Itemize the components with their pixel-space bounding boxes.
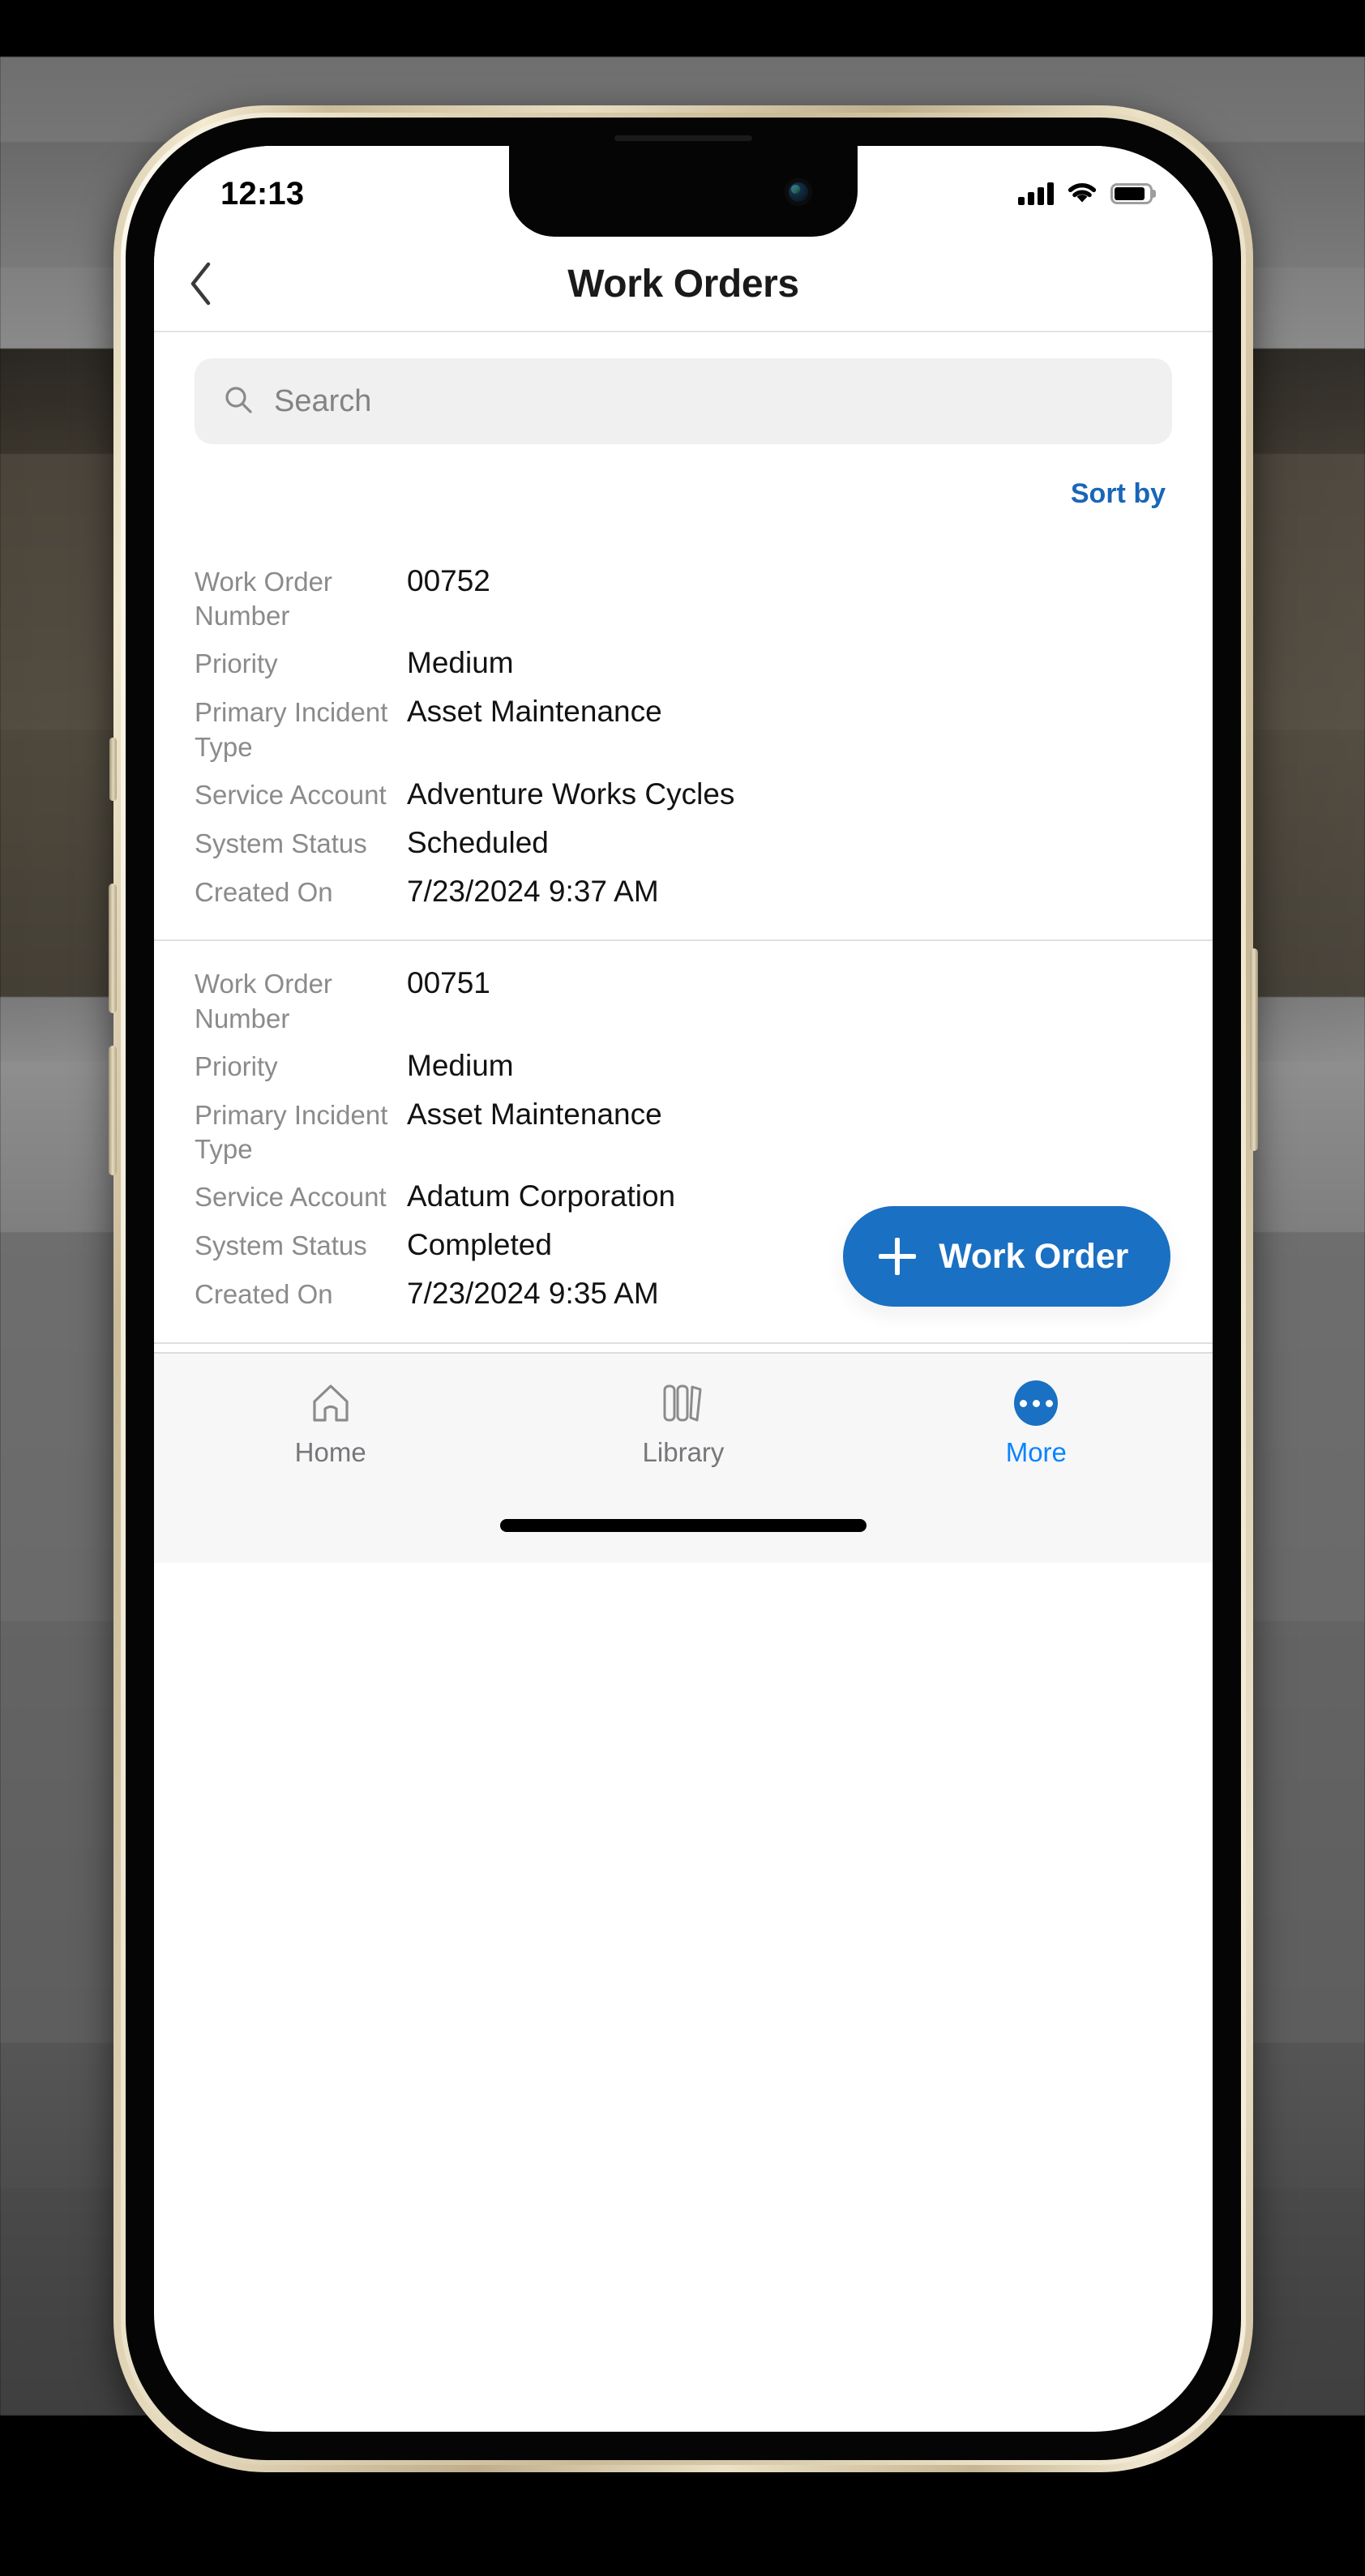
field-work-order-number: Work Order Number 00751 <box>195 959 1172 1041</box>
library-books-icon <box>658 1379 708 1427</box>
field-value: 7/23/2024 9:37 AM <box>407 874 659 908</box>
home-indicator-area <box>154 1493 1213 1563</box>
field-label: Work Order Number <box>195 969 332 1033</box>
new-work-order-label: Work Order <box>939 1236 1128 1276</box>
table-row[interactable]: Work Order Number 00750 Priority Emergen… <box>154 1344 1213 1352</box>
tab-label: Home <box>294 1437 366 1467</box>
table-row[interactable]: Work Order Number 00752 Priority Medium … <box>154 539 1213 942</box>
search-input[interactable]: Search <box>195 358 1172 444</box>
field-label: System Status <box>195 1230 367 1261</box>
field-system-status: System Status Scheduled <box>195 819 1172 867</box>
search-container: Search <box>154 332 1213 444</box>
field-value: Adventure Works Cycles <box>407 777 735 811</box>
display-notch <box>509 146 858 237</box>
volume-up-button[interactable] <box>109 884 117 1013</box>
field-primary-incident-type: Primary Incident Type Asset Maintenance <box>195 687 1172 769</box>
work-order-list-view: Search Sort by Work Order Number 00752 P… <box>154 332 1213 1352</box>
tab-label: More <box>1005 1437 1067 1467</box>
home-indicator[interactable] <box>500 1519 866 1532</box>
phone-bezel: 12:13 Work Orders Search Sort by Work Or… <box>126 118 1241 2460</box>
field-created-on: Created On 7/23/2024 9:37 AM <box>195 867 1172 916</box>
field-label: Priority <box>195 1051 278 1081</box>
field-primary-incident-type: Primary Incident Type Asset Maintenance <box>195 1090 1172 1172</box>
field-value: 00752 <box>407 564 490 597</box>
field-priority: Priority Medium <box>195 1042 1172 1090</box>
field-label: Primary Incident Type <box>195 697 388 762</box>
search-icon <box>222 383 255 420</box>
tab-more[interactable]: More <box>860 1379 1213 1468</box>
mute-switch[interactable] <box>109 738 117 801</box>
field-work-order-number: Work Order Number 00752 <box>195 557 1172 639</box>
field-value: Scheduled <box>407 825 549 859</box>
field-label: Primary Incident Type <box>195 1099 388 1165</box>
field-value: Asset Maintenance <box>407 1097 662 1131</box>
status-bar-icons <box>1018 180 1153 208</box>
field-label: Service Account <box>195 779 387 810</box>
plus-icon <box>879 1238 917 1275</box>
field-service-account: Service Account Adventure Works Cycles <box>195 770 1172 819</box>
field-priority: Priority Medium <box>195 639 1172 687</box>
navigation-bar: Work Orders <box>154 237 1213 332</box>
battery-icon <box>1110 183 1153 204</box>
status-bar-time: 12:13 <box>220 175 305 212</box>
field-value: 00751 <box>407 966 490 1000</box>
field-label: Service Account <box>195 1182 387 1213</box>
phone-screen: 12:13 Work Orders Search Sort by Work Or… <box>154 146 1213 2432</box>
field-value: Medium <box>407 1048 514 1082</box>
earpiece-speaker <box>614 135 752 141</box>
field-label: Created On <box>195 876 333 907</box>
field-label: Priority <box>195 648 278 679</box>
page-title: Work Orders <box>567 262 799 306</box>
tab-library[interactable]: Library <box>507 1379 859 1468</box>
volume-down-button[interactable] <box>109 1046 117 1175</box>
field-label: System Status <box>195 828 367 858</box>
sort-by-button[interactable]: Sort by <box>1071 478 1166 510</box>
power-button[interactable] <box>1250 948 1258 1151</box>
tab-label: Library <box>642 1437 725 1467</box>
front-camera-icon <box>785 178 812 206</box>
sort-row: Sort by <box>154 444 1213 510</box>
field-value: Medium <box>407 646 514 680</box>
field-label: Created On <box>195 1279 333 1309</box>
more-ellipsis-icon <box>1014 1379 1059 1427</box>
cellular-signal-icon <box>1018 182 1054 205</box>
bottom-tab-bar: Home Library More <box>154 1352 1213 1493</box>
home-icon <box>307 1379 354 1427</box>
field-label: Work Order Number <box>195 567 332 631</box>
search-placeholder: Search <box>274 383 372 418</box>
new-work-order-button[interactable]: Work Order <box>843 1206 1170 1307</box>
phone-device: 12:13 Work Orders Search Sort by Work Or… <box>109 105 1258 2472</box>
field-value: Asset Maintenance <box>407 695 662 729</box>
wifi-icon <box>1065 180 1099 208</box>
tab-home[interactable]: Home <box>154 1379 507 1468</box>
